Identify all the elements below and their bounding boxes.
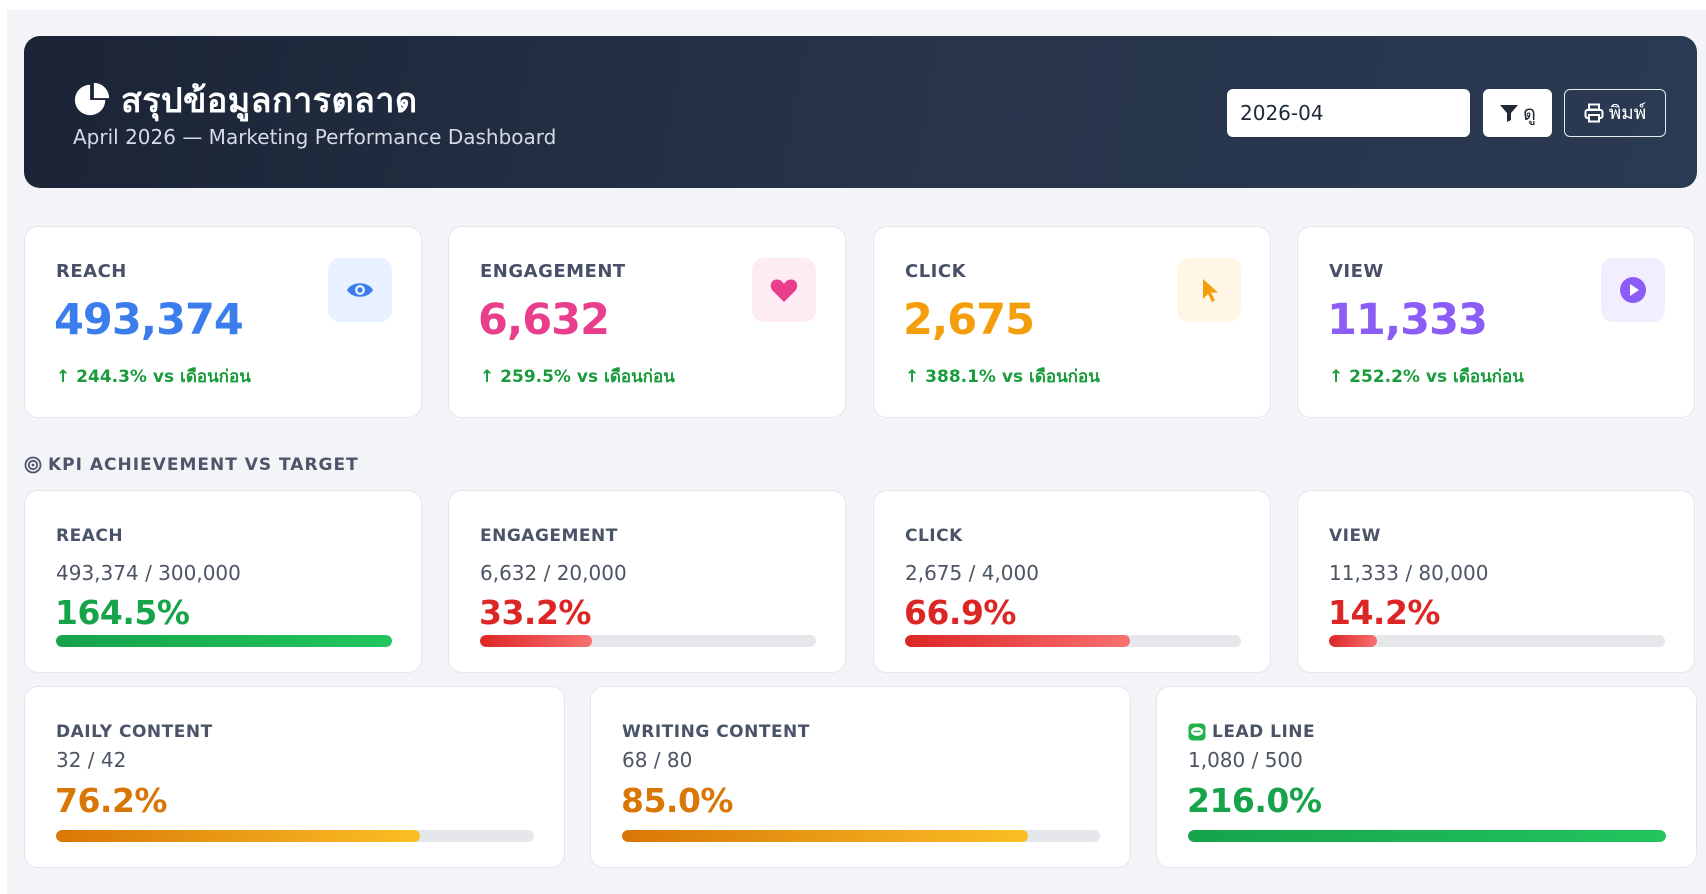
kpi-label: LEAD LINE	[1212, 722, 1316, 742]
filter-icon	[1500, 105, 1518, 122]
kpi-label: REACH	[56, 526, 124, 546]
kpi-progress-track	[56, 635, 392, 647]
kpi-percent: 85.0%	[621, 781, 734, 820]
pointer-icon	[1203, 279, 1218, 302]
kpi-ratio: 2,675 / 4,000	[905, 561, 1039, 585]
kpi-progress-track	[622, 830, 1100, 842]
kpi-label-row: LEAD LINE	[1188, 722, 1315, 742]
kpi-percent: 14.2%	[1328, 593, 1441, 632]
kpi-ratio: 11,333 / 80,000	[1329, 561, 1489, 585]
stat-icon-box	[1601, 258, 1665, 322]
kpi-label: CLICK	[905, 526, 963, 546]
stat-label: REACH	[56, 261, 127, 282]
play-icon	[1620, 277, 1646, 303]
pie-chart-icon	[74, 82, 110, 116]
print-button[interactable]: พิมพ์	[1564, 89, 1666, 137]
stat-icon-box	[1177, 258, 1241, 322]
kpi-card-writing-content: WRITING CONTENT 68 / 80 85.0%	[590, 686, 1131, 868]
kpi-card-reach: REACH 493,374 / 300,000 164.5%	[24, 490, 422, 673]
kpi-progress-fill	[622, 830, 1029, 842]
stat-card-engagement: ENGAGEMENT 6,632 ↑ 259.5% vs เดือนก่อน	[448, 226, 846, 418]
dashboard-header: สรุปข้อมูลการตลาด April 2026 — Marketing…	[24, 36, 1697, 188]
kpi-percent: 216.0%	[1187, 781, 1322, 820]
stat-icon-box	[328, 258, 392, 322]
kpi-card-click: CLICK 2,675 / 4,000 66.9%	[873, 490, 1271, 673]
kpi-progress-track	[905, 635, 1241, 647]
stat-change: ↑ 259.5% vs เดือนก่อน	[480, 367, 675, 387]
stat-card-reach: REACH 493,374 ↑ 244.3% vs เดือนก่อน	[24, 226, 422, 418]
filter-button[interactable]: ดู	[1483, 89, 1552, 137]
kpi-label: VIEW	[1329, 526, 1381, 546]
kpi-progress-track	[480, 635, 816, 647]
kpi-section-label: KPI ACHIEVEMENT VS TARGET	[48, 455, 359, 475]
stat-label: CLICK	[905, 261, 967, 282]
kpi-card-view: VIEW 11,333 / 80,000 14.2%	[1297, 490, 1695, 673]
dashboard-page: สรุปข้อมูลการตลาด April 2026 — Marketing…	[7, 10, 1706, 894]
target-icon	[24, 456, 42, 474]
page-subtitle: April 2026 — Marketing Performance Dashb…	[73, 125, 557, 149]
kpi-progress-fill	[1329, 635, 1377, 647]
stat-change: ↑ 388.1% vs เดือนก่อน	[905, 367, 1100, 387]
stat-card-view: VIEW 11,333 ↑ 252.2% vs เดือนก่อน	[1297, 226, 1695, 418]
kpi-progress-track	[1329, 635, 1665, 647]
kpi-ratio: 32 / 42	[56, 748, 127, 772]
stat-label: VIEW	[1329, 261, 1384, 282]
kpi-progress-fill	[56, 635, 392, 647]
kpi-section-title: KPI ACHIEVEMENT VS TARGET	[24, 455, 359, 475]
filter-button-label: ดู	[1523, 101, 1536, 125]
kpi-progress-fill	[480, 635, 592, 647]
kpi-label: WRITING CONTENT	[622, 722, 810, 742]
stat-value: 2,675	[903, 295, 1035, 345]
kpi-label: DAILY CONTENT	[56, 722, 213, 742]
kpi-ratio: 1,080 / 500	[1188, 748, 1303, 772]
stat-card-click: CLICK 2,675 ↑ 388.1% vs เดือนก่อน	[873, 226, 1271, 418]
kpi-label: ENGAGEMENT	[480, 526, 618, 546]
kpi-progress-fill	[905, 635, 1130, 647]
stat-value: 493,374	[54, 295, 244, 345]
kpi-progress-fill	[1188, 830, 1666, 842]
kpi-progress-fill	[56, 830, 421, 842]
line-chat-icon	[1188, 723, 1206, 741]
kpi-progress-track	[1188, 830, 1666, 842]
kpi-ratio: 68 / 80	[622, 748, 693, 772]
kpi-card-lead-line: LEAD LINE 1,080 / 500 216.0%	[1156, 686, 1697, 868]
kpi-card-daily-content: DAILY CONTENT 32 / 42 76.2%	[24, 686, 565, 868]
kpi-percent: 66.9%	[904, 593, 1017, 632]
stat-icon-box	[752, 258, 816, 322]
kpi-percent: 164.5%	[55, 593, 190, 632]
kpi-ratio: 493,374 / 300,000	[56, 561, 241, 585]
month-input[interactable]	[1227, 89, 1470, 137]
kpi-percent: 33.2%	[479, 593, 592, 632]
stat-label: ENGAGEMENT	[480, 261, 626, 282]
page-title: สรุปข้อมูลการตลาด	[121, 81, 418, 121]
heart-icon	[770, 279, 798, 302]
title-row: สรุปข้อมูลการตลาด	[73, 73, 418, 127]
stat-change: ↑ 244.3% vs เดือนก่อน	[56, 367, 251, 387]
stat-change: ↑ 252.2% vs เดือนก่อน	[1329, 367, 1524, 387]
kpi-ratio: 6,632 / 20,000	[480, 561, 627, 585]
kpi-card-engagement: ENGAGEMENT 6,632 / 20,000 33.2%	[448, 490, 846, 673]
kpi-percent: 76.2%	[55, 781, 168, 820]
printer-icon	[1584, 103, 1604, 123]
eye-icon	[347, 283, 373, 297]
stat-value: 6,632	[478, 295, 610, 345]
stat-value: 11,333	[1327, 295, 1488, 345]
print-button-label: พิมพ์	[1608, 102, 1647, 124]
kpi-progress-track	[56, 830, 534, 842]
